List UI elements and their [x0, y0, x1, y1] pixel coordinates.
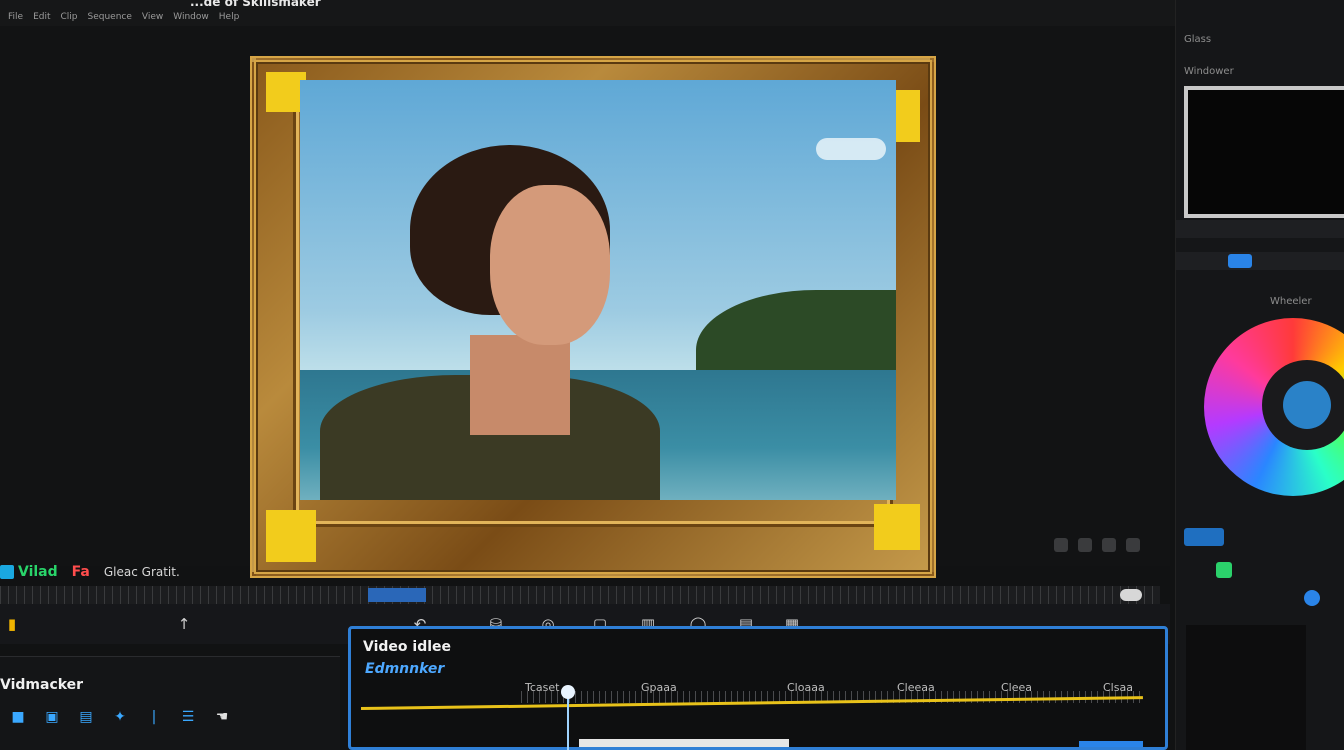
- menu-file[interactable]: File: [8, 12, 23, 22]
- ruler-mark: Cleeaa: [897, 681, 935, 694]
- ruler-mark: Clsaa: [1103, 681, 1133, 694]
- app-title: ...de of Skillsmaker: [190, 0, 321, 9]
- image-tool-icon[interactable]: ▣: [42, 707, 62, 727]
- title-bar: ...de of Skillsmaker File Edit Clip Sequ…: [0, 0, 1175, 26]
- menu-edit[interactable]: Edit: [33, 12, 50, 22]
- video-track-icon: [0, 565, 14, 579]
- video-track-text: Vilad: [18, 564, 58, 580]
- video-editor-window: ...de of Skillsmaker File Edit Clip Sequ…: [0, 0, 1344, 750]
- sparkle-tool-icon[interactable]: ✦: [110, 707, 130, 727]
- ruler-mark: Cleea: [1001, 681, 1033, 694]
- neck: [470, 335, 570, 435]
- video-track-label[interactable]: Vilad: [0, 564, 58, 580]
- safe-margins-icon[interactable]: [1054, 538, 1068, 552]
- scope-display: [1186, 625, 1306, 750]
- menu-view[interactable]: View: [142, 12, 163, 22]
- upload-arrow-icon[interactable]: ↑: [172, 612, 196, 636]
- menu-bar: File Edit Clip Sequence View Window Help: [8, 12, 239, 22]
- timeline-title: Video idlee: [363, 639, 452, 655]
- panel-title: Vidmacker: [0, 677, 84, 693]
- inspector-tab[interactable]: Glass: [1184, 34, 1211, 45]
- timeline-panel[interactable]: Video idlee Edmnnker Tcaset Gpaaa Cloaaa…: [348, 626, 1168, 750]
- ruler-mark: Tcaset: [525, 681, 560, 694]
- film-tool-icon[interactable]: ▤: [76, 707, 96, 727]
- video-frame-preview: [300, 80, 896, 500]
- blue-radio[interactable]: [1304, 590, 1320, 606]
- menu-sequence[interactable]: Sequence: [88, 12, 132, 22]
- green-toggle[interactable]: [1216, 562, 1232, 578]
- color-wheel[interactable]: [1204, 318, 1344, 496]
- inspector-toolbar: [1176, 220, 1344, 238]
- camera-icon[interactable]: [1078, 538, 1092, 552]
- media-panel: Vidmacker ■ ▣ ▤ ✦ | ☰ ☚: [0, 656, 340, 750]
- person-subject: [320, 145, 660, 500]
- clip-name-label: Gleac Gratit.: [103, 565, 180, 579]
- section-label: Windower: [1184, 66, 1234, 77]
- face: [490, 185, 610, 345]
- export-frame-icon[interactable]: [1102, 538, 1116, 552]
- menu-window[interactable]: Window: [173, 12, 209, 22]
- inspector-panel: Glass Windower Wheeler: [1175, 0, 1344, 750]
- track-label-row: Vilad Fa Gleac Gratit.: [0, 560, 180, 584]
- timeline-clip-selected[interactable]: [1079, 741, 1143, 747]
- source-monitor: [1184, 86, 1344, 218]
- color-wheel-puck[interactable]: [1283, 381, 1331, 429]
- square-tool-icon[interactable]: ■: [8, 707, 28, 727]
- text-tool-icon[interactable]: ☰: [178, 707, 198, 727]
- active-tab-chip[interactable]: [1228, 254, 1252, 268]
- marker-icon[interactable]: ▮: [0, 612, 24, 636]
- playhead-handle[interactable]: [561, 685, 575, 699]
- corner-handle-bottom-left[interactable]: [266, 510, 316, 562]
- track-type-icon[interactable]: Fa: [72, 564, 90, 580]
- inspector-tabs: [1176, 252, 1344, 270]
- scrubber-ticks: [0, 586, 1160, 604]
- cloud: [816, 138, 886, 160]
- pointer-tool-icon[interactable]: ☚: [212, 707, 232, 727]
- ruler-mark: Cloaaa: [787, 681, 825, 694]
- viewer-controls: [1054, 538, 1140, 552]
- corner-handle-bottom-right[interactable]: [874, 504, 920, 550]
- timeline-subtitle: Edmnnker: [365, 661, 445, 677]
- zoom-slider-knob[interactable]: [1120, 589, 1142, 601]
- bar-tool-icon[interactable]: |: [144, 707, 164, 727]
- settings-icon[interactable]: [1126, 538, 1140, 552]
- panel-tools: ■ ▣ ▤ ✦ | ☰ ☚: [8, 707, 232, 727]
- scrubber-selection[interactable]: [368, 588, 426, 602]
- timeline-clip[interactable]: [579, 739, 789, 747]
- ruler-mark: Gpaaa: [641, 681, 677, 694]
- menu-help[interactable]: Help: [219, 12, 240, 22]
- apply-button[interactable]: [1184, 528, 1224, 546]
- wheel-label: Wheeler: [1270, 296, 1312, 307]
- scrubber-bar[interactable]: [0, 586, 1160, 604]
- program-viewer: [0, 26, 1170, 578]
- menu-clip[interactable]: Clip: [61, 12, 78, 22]
